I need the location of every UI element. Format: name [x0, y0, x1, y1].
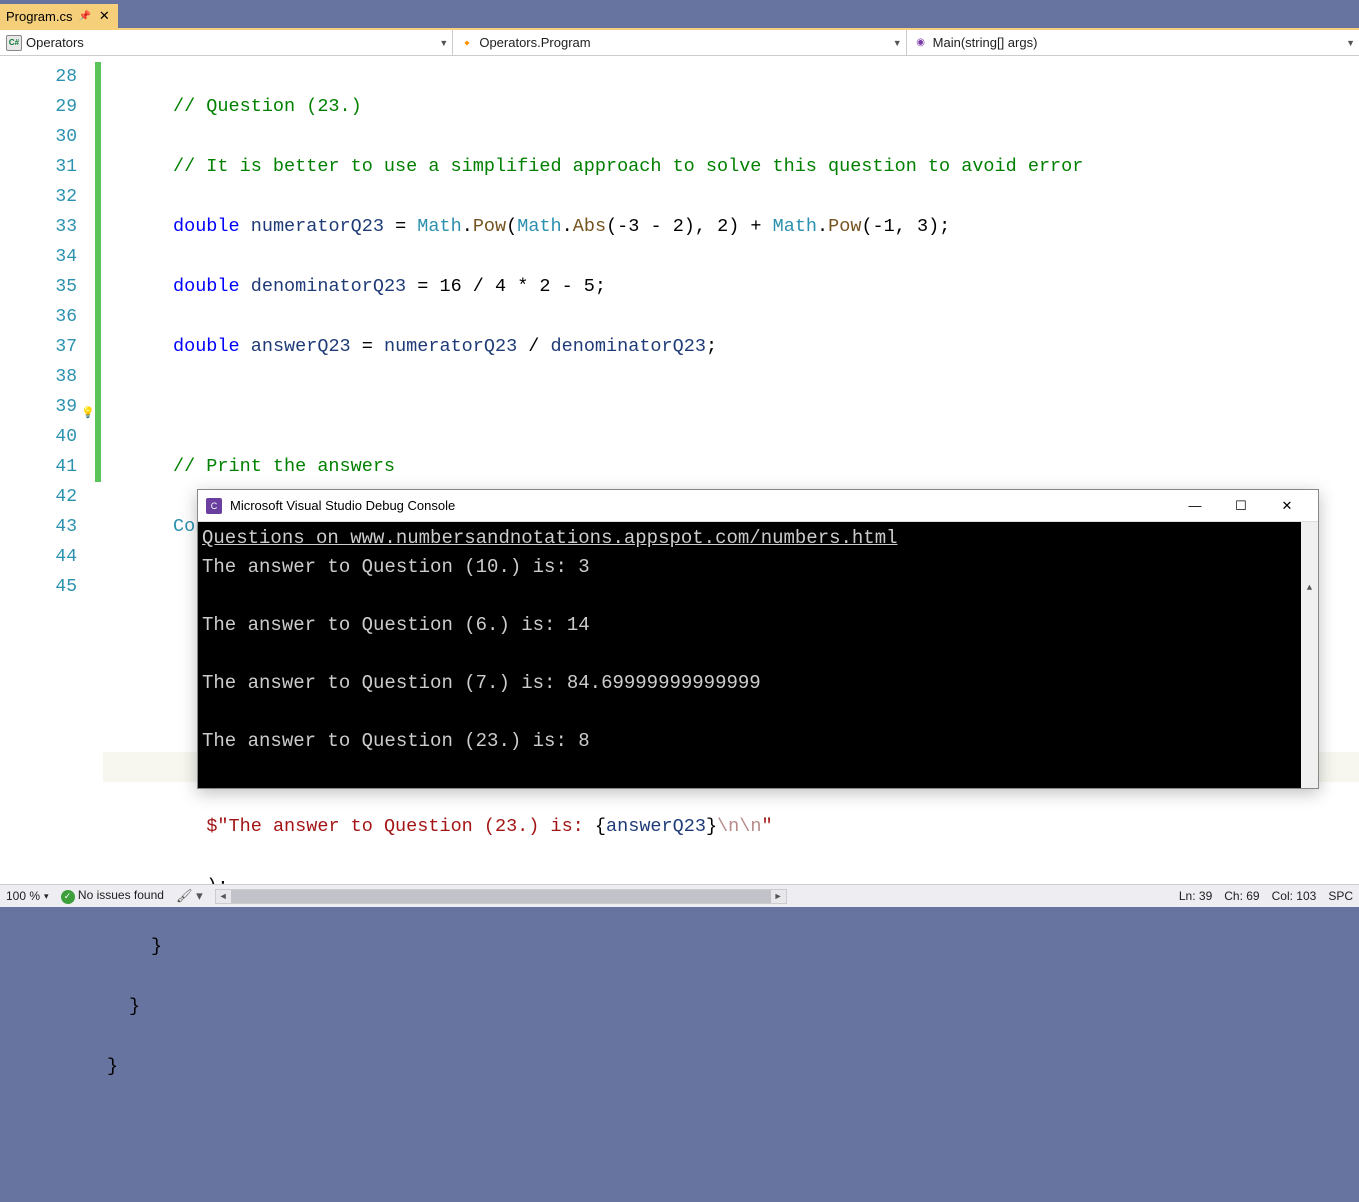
chevron-down-icon[interactable]: ▼ [1346, 38, 1355, 48]
pin-icon[interactable]: 📌 [78, 11, 90, 22]
nav-class-label: Operators.Program [479, 35, 590, 50]
status-bar: 100 % ▾ ✓ No issues found 🖌 ▾ ◄ ► Ln: 39… [0, 884, 1359, 907]
nav-method-label: Main(string[] args) [933, 35, 1038, 50]
debug-console-window[interactable]: C Microsoft Visual Studio Debug Console … [197, 489, 1319, 789]
tab-label: Program.cs [6, 9, 72, 24]
nav-class[interactable]: 🔸 Operators.Program ▼ [453, 30, 906, 55]
chevron-down-icon[interactable]: ▼ [893, 38, 902, 48]
status-col[interactable]: Col: 103 [1272, 889, 1317, 903]
maximize-button[interactable]: ☐ [1218, 491, 1264, 521]
scroll-right-icon[interactable]: ► [771, 891, 786, 901]
chevron-down-icon[interactable]: ▼ [439, 38, 448, 48]
tab-program[interactable]: Program.cs 📌 ✕ [0, 4, 118, 28]
csharp-icon: C# [6, 35, 22, 51]
check-icon: ✓ [61, 890, 75, 904]
status-ins[interactable]: SPC [1328, 889, 1353, 903]
scroll-left-icon[interactable]: ◄ [216, 891, 231, 901]
minimize-button[interactable]: — [1172, 491, 1218, 521]
console-output[interactable]: Questions on www.numbersandnotations.app… [198, 522, 1318, 788]
zoom-level[interactable]: 100 % ▾ [6, 889, 49, 903]
method-icon: ◉ [913, 35, 929, 51]
class-icon: 🔸 [459, 35, 475, 51]
breadcrumb-bar: C# Operators ▼ 🔸 Operators.Program ▼ ◉ M… [0, 30, 1359, 56]
status-char[interactable]: Ch: 69 [1224, 889, 1259, 903]
issues-status[interactable]: ✓ No issues found [61, 888, 164, 904]
close-button[interactable]: ✕ [1264, 491, 1310, 521]
nav-namespace[interactable]: C# Operators ▼ [0, 30, 453, 55]
code-editor[interactable]: 28293031 32333435 36373839 40414243 4445… [0, 56, 1359, 884]
console-scrollbar[interactable]: ▲ ▼ [1301, 522, 1318, 788]
console-title: Microsoft Visual Studio Debug Console [230, 498, 1164, 513]
horizontal-scrollbar[interactable]: ◄ ► [215, 889, 787, 904]
close-icon[interactable]: ✕ [97, 8, 112, 24]
brush-icon[interactable]: 🖌 ▾ [176, 888, 203, 904]
nav-method[interactable]: ◉ Main(string[] args) ▼ [907, 30, 1359, 55]
scroll-up-icon[interactable]: ▲ [1301, 580, 1318, 597]
console-icon: C [206, 498, 222, 514]
line-numbers: 28293031 32333435 36373839 40414243 4445 [0, 56, 95, 884]
change-indicator [95, 56, 103, 884]
nav-namespace-label: Operators [26, 35, 84, 50]
status-line[interactable]: Ln: 39 [1179, 889, 1212, 903]
tab-bar: Program.cs 📌 ✕ [0, 0, 1359, 28]
console-titlebar[interactable]: C Microsoft Visual Studio Debug Console … [198, 490, 1318, 522]
